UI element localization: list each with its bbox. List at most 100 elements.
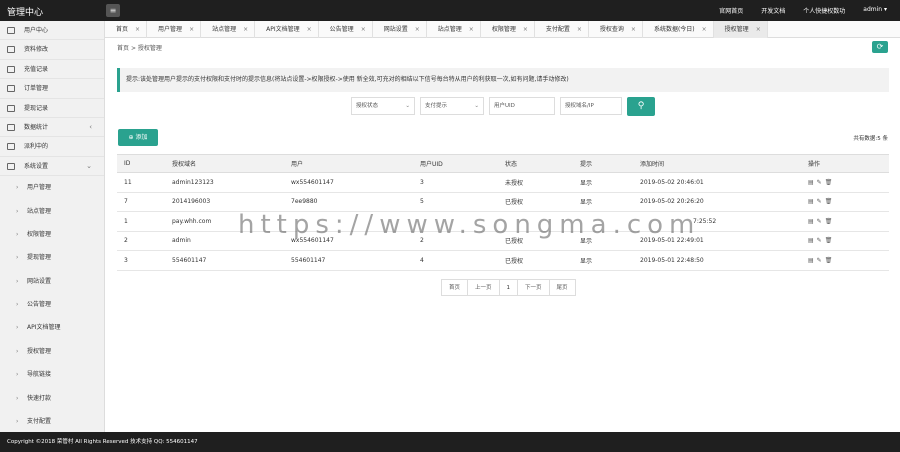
close-icon[interactable]: × [702, 21, 707, 38]
cell-id: 7 [117, 192, 165, 212]
edit-icon[interactable]: ✎ [817, 218, 822, 225]
cell-user: 7ee9880 [284, 192, 413, 212]
add-button-label: 添加 [135, 134, 148, 141]
sidebar-item-system[interactable]: 系统设置 ⌄ [0, 157, 104, 177]
tab-notices[interactable]: 公告管理 × [319, 21, 373, 38]
tab-license-query[interactable]: 授权查询 × [589, 21, 643, 38]
display-select[interactable]: 支付提示 ⌄ [420, 97, 484, 115]
close-icon[interactable]: × [469, 21, 474, 38]
col-time[interactable]: 添加时间 [633, 154, 801, 173]
close-icon[interactable]: × [523, 21, 528, 38]
col-id[interactable]: ID [117, 154, 165, 173]
delete-icon[interactable]: 🗑 [825, 198, 833, 205]
topnav-docs-link[interactable]: 开发文档 [761, 6, 785, 15]
close-icon[interactable]: × [631, 21, 636, 38]
edit-icon[interactable]: ✎ [817, 237, 822, 244]
domain-input[interactable]: 授权域名/IP [560, 97, 622, 115]
view-icon[interactable]: ▤ [808, 198, 814, 205]
edit-icon[interactable]: ✎ [817, 198, 822, 205]
close-icon[interactable]: × [361, 21, 366, 38]
sidebar-item-withdraw[interactable]: 提现记录 [0, 99, 104, 118]
tab-system-data[interactable]: 系统数据(今日) × [643, 21, 714, 38]
tab-label: 权限管理 [491, 26, 516, 33]
sidebar-sub-label: 站点管理 [27, 207, 52, 215]
bullet-icon: › [16, 324, 19, 332]
sidebar-item-stats[interactable]: 数据统计 ‹ [0, 118, 104, 138]
close-icon[interactable]: × [135, 21, 140, 38]
sidebar-item-orders[interactable]: 订单管理 [0, 79, 104, 99]
delete-icon[interactable]: 🗑 [825, 218, 833, 225]
edit-icon[interactable]: ✎ [817, 257, 822, 264]
topnav-home-link[interactable]: 官网首页 [719, 6, 743, 15]
page-prev[interactable]: 上一页 [468, 280, 500, 295]
col-uid[interactable]: 用户UID [413, 154, 498, 173]
search-button[interactable]: ⚲ [627, 97, 655, 116]
sidebar-sub-withdraw-manage[interactable]: › 提现管理 [0, 246, 104, 269]
top-nav: 官网首页 开发文档 个人快捷权数功 admin ▾ [719, 6, 887, 15]
breadcrumb-home[interactable]: 首页 [117, 45, 129, 52]
add-button[interactable]: ⊕ 添加 [118, 129, 158, 146]
close-icon[interactable]: × [189, 21, 194, 38]
close-icon[interactable]: × [415, 21, 420, 38]
page-next[interactable]: 下一页 [518, 280, 550, 295]
tab-site-manage-2[interactable]: 站点管理 × [427, 21, 481, 38]
sidebar-sub-notices[interactable]: › 公告管理 [0, 293, 104, 316]
tab-permission[interactable]: 权限管理 × [481, 21, 535, 38]
tab-home[interactable]: 首页 × [105, 21, 148, 38]
sidebar-sub-site-manage[interactable]: › 站点管理 [0, 200, 104, 223]
tab-api-docs[interactable]: API文档管理 × [255, 21, 319, 38]
close-icon[interactable]: × [307, 21, 312, 38]
menu-toggle-icon[interactable]: ≡ [106, 4, 120, 17]
col-user[interactable]: 用户 [284, 154, 413, 173]
sidebar-item-recharge[interactable]: 充值记录 [0, 60, 104, 80]
sidebar-sub-permission[interactable]: › 权限管理 [0, 223, 104, 246]
close-icon[interactable]: × [756, 21, 761, 38]
tab-site-manage[interactable]: 站点管理 × [201, 21, 256, 38]
tab-license-manage[interactable]: 授权管理 × [713, 21, 768, 38]
col-display[interactable]: 提示 [573, 154, 633, 173]
sidebar-item-label: 系统设置 [24, 162, 49, 170]
delete-icon[interactable]: 🗑 [825, 237, 833, 244]
tab-site-settings[interactable]: 网站设置 × [373, 21, 427, 38]
page-current[interactable]: 1 [500, 280, 519, 295]
sidebar-sub-site-settings[interactable]: › 网站设置 [0, 270, 104, 293]
sidebar-sub-user-manage[interactable]: › 用户管理 [0, 176, 104, 199]
tab-pay-config[interactable]: 支付配置 × [535, 21, 589, 38]
refresh-icon[interactable]: ⟳ [872, 41, 888, 53]
edit-icon[interactable]: ✎ [817, 179, 822, 186]
bullet-icon: › [16, 418, 19, 426]
user-id-placeholder: 用户UID [494, 103, 515, 109]
cell-domain: 554601147 [165, 250, 284, 271]
close-icon[interactable]: × [243, 21, 248, 38]
delete-icon[interactable]: 🗑 [825, 179, 833, 186]
sidebar-sub-nav-links[interactable]: › 导航链接 [0, 363, 104, 386]
page-first[interactable]: 首页 [442, 280, 469, 295]
table-header-row: ID 授权域名 用户 用户UID 状态 提示 添加时间 操作 [117, 154, 889, 173]
sidebar-item-user-center[interactable]: 用户中心 [0, 21, 104, 41]
bullet-icon: › [16, 207, 19, 215]
page-last[interactable]: 尾页 [550, 280, 575, 295]
status-select[interactable]: 授权状态 ⌄ [351, 97, 415, 115]
user-id-input[interactable]: 用户UID [489, 97, 555, 115]
close-icon[interactable]: × [577, 21, 582, 38]
view-icon[interactable]: ▤ [808, 179, 814, 186]
topnav-shortcut-link[interactable]: 个人快捷权数功 [803, 6, 845, 15]
view-icon[interactable]: ▤ [808, 218, 814, 225]
bullet-icon: › [16, 230, 19, 238]
tab-user-manage[interactable]: 用户管理 × [147, 21, 202, 38]
col-domain[interactable]: 授权域名 [165, 154, 284, 173]
bullet-icon: › [16, 347, 19, 355]
sidebar-sub-pay-config[interactable]: › 支付配置 [0, 410, 104, 433]
sidebar-sub-license[interactable]: › 授权管理 [0, 340, 104, 363]
sidebar-item-profile[interactable]: 资料修改 [0, 40, 104, 60]
view-icon[interactable]: ▤ [808, 257, 814, 264]
sidebar-sub-quick-pay[interactable]: › 快速打款 [0, 387, 104, 410]
sidebar-sub-api-docs[interactable]: › API文档管理 [0, 316, 104, 339]
cell-domain: 2014196003 [165, 192, 284, 212]
user-menu[interactable]: admin ▾ [863, 6, 887, 15]
delete-icon[interactable]: 🗑 [825, 257, 833, 264]
sidebar-item-label: 订单管理 [24, 85, 49, 93]
col-status[interactable]: 状态 [498, 154, 573, 173]
view-icon[interactable]: ▤ [808, 237, 814, 244]
sidebar-item-dispatch[interactable]: 派利中的 [0, 137, 104, 157]
